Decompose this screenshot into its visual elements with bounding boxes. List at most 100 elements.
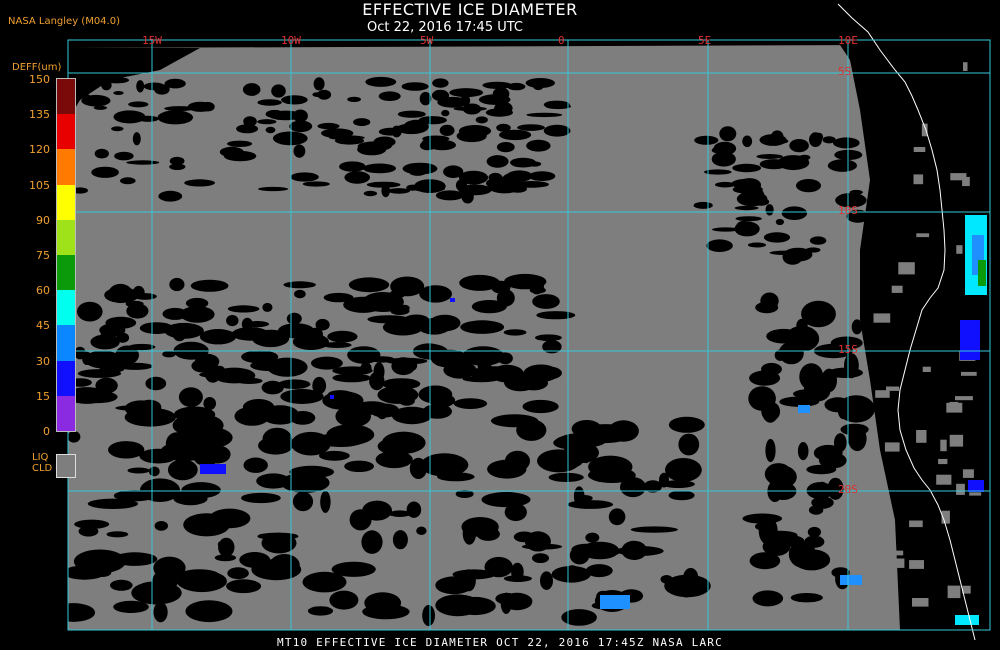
clear-sky-gap: [765, 438, 776, 463]
footer-caption: MT10 EFFECTIVE ICE DIAMETER OCT 22, 2016…: [277, 636, 723, 649]
clear-sky-gap: [528, 161, 542, 167]
clear-sky-gap: [573, 549, 620, 557]
cloud-fragment: [891, 285, 903, 293]
clear-sky-gap: [227, 305, 260, 313]
clear-sky-gap: [561, 609, 597, 626]
clear-sky-gap: [435, 190, 464, 201]
clear-sky-gap: [242, 399, 275, 415]
legend-color-segment: [57, 184, 75, 220]
clear-sky-gap: [313, 77, 325, 91]
cloud-fragment: [898, 262, 915, 275]
clear-sky-gap: [532, 553, 549, 563]
clear-sky-gap: [316, 432, 366, 447]
clear-sky-gap: [115, 345, 139, 365]
clear-sky-gap: [437, 96, 469, 108]
clear-sky-gap: [579, 424, 632, 444]
clear-sky-gap: [213, 367, 256, 384]
clear-sky-gap: [790, 593, 823, 603]
clear-sky-gap: [416, 526, 427, 535]
legend-colorbar: [56, 78, 76, 432]
clear-sky-gap: [767, 465, 797, 489]
legend-scale-label: 120: [29, 143, 50, 157]
clear-sky-gap: [827, 159, 858, 172]
clear-sky-gap: [487, 459, 527, 479]
clear-sky-gap: [765, 204, 774, 216]
clear-sky-gap: [349, 509, 372, 531]
cloud-fragment: [922, 366, 931, 372]
clear-sky-gap: [227, 567, 249, 580]
clear-sky-gap: [503, 329, 527, 336]
legend-color-segment: [57, 290, 75, 326]
clear-sky-gap: [437, 472, 475, 482]
clear-sky-gap: [432, 78, 449, 88]
clear-sky-gap: [668, 490, 695, 501]
cloud-fragment: [950, 173, 967, 181]
clear-sky-gap: [496, 142, 515, 153]
map-title: EFFECTIVE ICE DIAMETER: [362, 0, 578, 19]
clear-sky-gap: [514, 181, 549, 188]
clear-sky-gap: [766, 328, 802, 344]
clear-sky-gap: [548, 472, 584, 482]
legend-scale-label: 0: [43, 425, 50, 438]
clear-sky-gap: [403, 119, 429, 134]
clear-sky-gap: [409, 457, 427, 479]
clear-sky-gap: [378, 91, 401, 101]
clear-sky-gap: [112, 552, 158, 566]
cloud-fragment: [916, 430, 927, 443]
clear-sky-gap: [588, 455, 633, 478]
clear-sky-gap: [485, 108, 513, 117]
clear-sky-gap: [496, 123, 511, 132]
clear-sky-gap: [486, 155, 509, 168]
clear-sky-gap: [422, 604, 435, 627]
clear-sky-gap: [621, 540, 647, 561]
clear-sky-gap: [286, 312, 302, 325]
cloud-fragment: [896, 558, 905, 568]
clear-sky-gap: [115, 405, 162, 411]
clear-sky-gap: [660, 575, 673, 584]
clear-sky-gap: [428, 393, 456, 408]
clear-sky-gap: [573, 486, 585, 507]
legend-scale-label: 15: [36, 389, 50, 403]
legend-scale-label: 30: [36, 354, 50, 368]
clear-sky-gap: [231, 327, 269, 341]
clear-sky-gap: [164, 78, 186, 89]
clear-sky-gap: [585, 564, 613, 578]
cloud-fragment: [873, 313, 891, 323]
clear-sky-gap: [413, 185, 445, 192]
clear-sky-gap: [329, 590, 359, 610]
cloud-fragment: [969, 492, 982, 496]
clear-sky-gap: [226, 579, 262, 594]
clear-sky-gap: [809, 236, 827, 245]
clear-sky-gap: [321, 128, 354, 138]
legend-scale-label: 105: [29, 178, 50, 192]
clear-sky-gap: [108, 441, 145, 459]
clear-sky-gap: [540, 571, 553, 590]
cloud-fragment: [909, 520, 923, 528]
legend-scale-label: 135: [29, 108, 50, 122]
source-credit: NASA Langley (M04.0): [8, 16, 120, 27]
clear-sky-gap: [181, 482, 221, 499]
clear-sky-gap: [193, 450, 219, 466]
clear-sky-gap: [756, 154, 783, 159]
clear-sky-gap: [353, 118, 371, 127]
legend-color-segment: [57, 325, 75, 361]
cloud-fragment: [963, 62, 968, 71]
clear-sky-gap: [227, 140, 253, 147]
clear-sky-gap: [752, 590, 784, 607]
clear-sky-gap: [178, 387, 203, 407]
legend-color-segment: [57, 254, 75, 291]
clear-sky-gap: [63, 565, 106, 580]
clear-sky-gap: [456, 129, 487, 143]
clear-sky-gap: [381, 431, 426, 454]
ice-patch: [978, 260, 986, 286]
legend-scale-label: 60: [36, 284, 50, 298]
clear-sky-gap: [409, 169, 426, 176]
legend-color-segment: [57, 149, 75, 185]
clear-sky-gap: [87, 498, 138, 509]
clear-sky-gap: [242, 412, 265, 423]
clear-sky-gap: [536, 311, 576, 320]
clear-sky-gap: [567, 500, 614, 509]
ice-patch: [450, 298, 455, 302]
clear-sky-gap: [363, 163, 396, 174]
cloud-fragment: [913, 147, 926, 152]
